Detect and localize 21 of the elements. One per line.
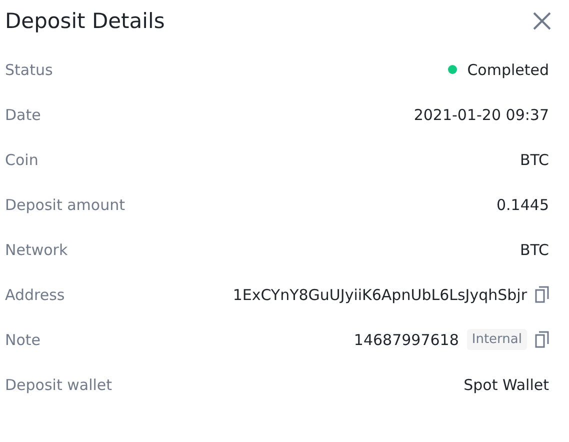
detail-value: Spot Wallet — [464, 376, 549, 394]
detail-value: BTC — [520, 240, 549, 258]
detail-label: Date — [5, 106, 41, 124]
detail-value: 14687997618 — [354, 330, 459, 348]
status-value: Completed — [467, 60, 549, 78]
detail-label: Coin — [5, 150, 38, 168]
detail-value: 0.1445 — [496, 196, 549, 214]
detail-value: BTC — [520, 150, 549, 168]
copy-icon[interactable] — [535, 331, 549, 348]
copy-icon[interactable] — [535, 286, 549, 303]
tag-label: Internal — [466, 329, 527, 350]
detail-value: 2021-01-20 09:37 — [414, 106, 549, 124]
detail-label: Deposit wallet — [5, 376, 112, 394]
detail-label: Status — [5, 60, 53, 78]
detail-value: 1ExCYnY8GuUJyiiK6ApnUbL6LsJyqhSbjr — [232, 286, 527, 304]
dialog-title: Deposit Details — [5, 9, 165, 33]
detail-label: Note — [5, 330, 41, 348]
detail-label: Address — [5, 286, 65, 304]
detail-label: Deposit amount — [5, 196, 125, 214]
detail-label: Network — [5, 240, 68, 258]
close-icon[interactable] — [532, 11, 552, 31]
